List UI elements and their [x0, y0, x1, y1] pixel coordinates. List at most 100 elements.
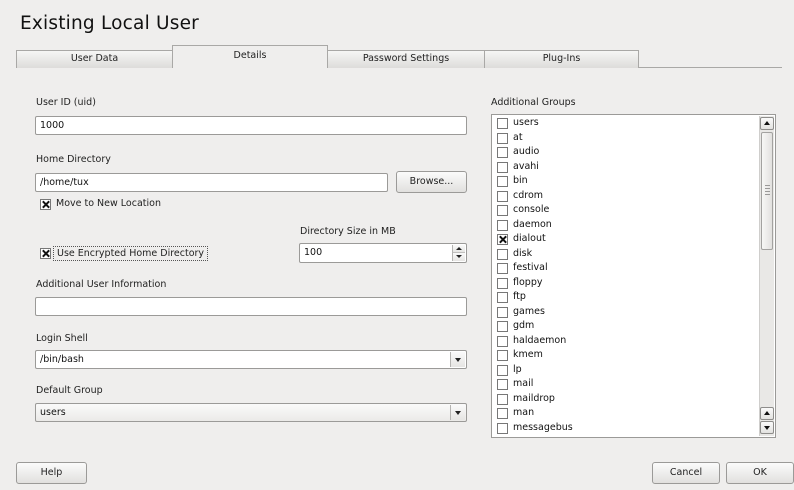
scroll-up-icon[interactable] [760, 407, 774, 420]
group-checkbox[interactable] [497, 147, 508, 158]
group-item[interactable]: disk [497, 248, 752, 261]
group-checkbox[interactable] [497, 422, 508, 434]
group-item[interactable]: festival [497, 262, 752, 275]
directory-size-stepper[interactable] [452, 245, 465, 261]
group-checkbox[interactable] [497, 263, 508, 274]
group-item[interactable]: mail [497, 378, 752, 391]
group-checkbox[interactable] [497, 335, 508, 347]
group-item[interactable]: man [497, 407, 752, 420]
tab-user-data[interactable]: User Data [16, 50, 173, 68]
group-checkbox[interactable] [497, 190, 508, 202]
group-checkbox[interactable] [497, 205, 508, 216]
directory-size-spinbox[interactable]: 100 [299, 243, 467, 263]
home-directory-field[interactable]: /home/tux [35, 173, 388, 192]
group-item[interactable]: audio [497, 146, 752, 159]
chevron-down-icon[interactable] [450, 352, 465, 367]
tab-user-data-label: User Data [70, 53, 119, 64]
group-item[interactable]: maildrop [497, 393, 752, 406]
group-label: gdm [513, 320, 535, 331]
group-item[interactable]: console [497, 204, 752, 217]
group-item[interactable]: at [497, 132, 752, 145]
encrypted-home-label: Use Encrypted Home Directory [53, 246, 209, 261]
tab-plug-ins[interactable]: Plug-Ins [484, 50, 639, 68]
group-item[interactable]: avahi [497, 161, 752, 174]
additional-info-label: Additional User Information [36, 279, 167, 290]
group-checkbox[interactable] [497, 248, 508, 260]
group-label: bin [513, 175, 528, 186]
group-item[interactable]: gdm [497, 320, 752, 333]
home-directory-label: Home Directory [36, 154, 111, 165]
group-label: disk [513, 247, 533, 259]
group-label: mail [513, 378, 534, 389]
group-label: man [513, 407, 535, 418]
group-item[interactable]: cdrom [497, 190, 752, 203]
group-checkbox[interactable] [497, 393, 508, 405]
group-label: festival [513, 262, 548, 273]
group-checkbox[interactable] [497, 408, 508, 419]
ok-button[interactable]: OK [726, 462, 794, 484]
group-label: haldaemon [513, 334, 567, 346]
group-label: cdrom [513, 189, 544, 201]
encrypted-home-check-icon [40, 248, 51, 259]
group-item[interactable]: ftp [497, 291, 752, 304]
scroll-down-icon[interactable] [760, 421, 774, 434]
group-checkbox[interactable] [497, 118, 508, 129]
scrollbar-thumb[interactable] [761, 132, 773, 250]
uid-field[interactable]: 1000 [35, 116, 467, 135]
group-checkbox[interactable] [497, 161, 508, 173]
group-item[interactable]: dialout [497, 233, 752, 246]
group-checkbox[interactable] [497, 176, 508, 187]
group-item[interactable]: haldaemon [497, 335, 752, 348]
group-checkbox[interactable] [497, 350, 508, 361]
group-label: messagebus [513, 421, 573, 433]
cancel-button[interactable]: Cancel [652, 462, 720, 484]
group-item[interactable]: kmem [497, 349, 752, 362]
scroll-up-icon[interactable] [760, 117, 774, 130]
tab-password-settings[interactable]: Password Settings [327, 50, 485, 68]
group-item[interactable]: floppy [497, 277, 752, 290]
tab-plug-ins-label: Plug-Ins [542, 53, 581, 64]
group-label: console [513, 204, 550, 215]
default-group-combobox[interactable]: users [35, 403, 467, 422]
group-checkbox[interactable] [497, 132, 508, 144]
chevron-down-icon[interactable] [450, 405, 465, 420]
tab-details-label: Details [233, 50, 267, 61]
group-checkbox[interactable] [497, 321, 508, 332]
group-label: at [513, 131, 523, 143]
group-checkbox[interactable] [497, 306, 508, 318]
help-button[interactable]: Help [16, 462, 87, 484]
spin-up-icon[interactable] [453, 245, 465, 253]
uid-label: User ID (uid) [36, 97, 96, 108]
group-checkbox[interactable] [497, 234, 508, 245]
group-item[interactable]: daemon [497, 219, 752, 232]
group-item[interactable]: users [497, 117, 752, 130]
group-item[interactable]: bin [497, 175, 752, 188]
additional-groups-label: Additional Groups [491, 97, 576, 108]
group-label: games [513, 305, 545, 317]
login-shell-label: Login Shell [36, 333, 88, 344]
group-item[interactable]: lp [497, 364, 752, 377]
group-label: kmem [513, 349, 543, 360]
default-group-value: users [40, 407, 66, 418]
move-location-label: Move to New Location [56, 198, 161, 209]
additional-info-field[interactable] [35, 297, 467, 316]
group-label: lp [513, 363, 522, 375]
vertical-scrollbar[interactable] [759, 116, 774, 436]
login-shell-combobox[interactable]: /bin/bash [35, 350, 467, 369]
move-location-check-icon [40, 199, 51, 210]
group-checkbox[interactable] [497, 364, 508, 376]
directory-size-label: Directory Size in MB [300, 226, 396, 237]
spin-down-icon[interactable] [453, 253, 465, 261]
default-group-label: Default Group [36, 385, 103, 396]
directory-size-value: 100 [304, 247, 323, 258]
group-checkbox[interactable] [497, 379, 508, 390]
tab-details[interactable]: Details [172, 45, 328, 68]
group-label: avahi [513, 160, 539, 172]
group-checkbox[interactable] [497, 219, 508, 231]
additional-groups-list[interactable]: users at audio avahi bin cdrom console daemon di… [491, 114, 776, 438]
group-item[interactable]: messagebus [497, 422, 752, 435]
group-checkbox[interactable] [497, 277, 508, 289]
browse-button[interactable]: Browse... [396, 171, 467, 193]
group-item[interactable]: games [497, 306, 752, 319]
group-checkbox[interactable] [497, 292, 508, 303]
